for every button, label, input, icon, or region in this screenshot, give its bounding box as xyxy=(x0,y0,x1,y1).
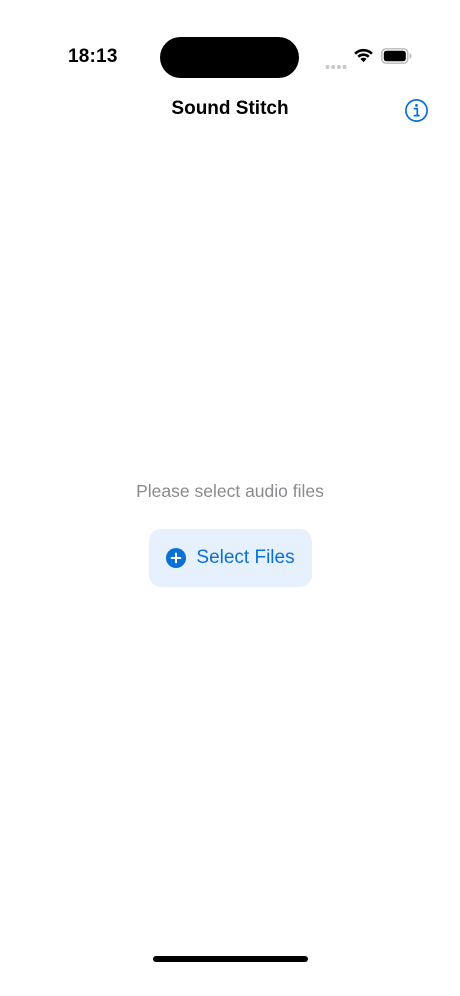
battery-icon xyxy=(381,48,412,64)
empty-state: Please select audio files xyxy=(0,480,460,502)
status-time: 18:13 xyxy=(68,46,118,67)
navigation-bar: Sound Stitch xyxy=(0,90,460,130)
select-files-button[interactable]: Select Files xyxy=(149,529,312,587)
plus-circle-icon xyxy=(166,548,187,568)
page-title: Sound Stitch xyxy=(171,98,289,119)
wifi-icon xyxy=(353,47,374,63)
status-bar: 18:13 xyxy=(0,0,460,90)
select-files-label: Select Files xyxy=(196,547,295,568)
signal-dots-icon xyxy=(325,57,347,69)
dynamic-island xyxy=(160,37,299,78)
empty-state-message: Please select audio files xyxy=(136,481,324,501)
info-circle-icon[interactable] xyxy=(404,99,429,127)
home-indicator[interactable] xyxy=(153,956,308,962)
info-button[interactable] xyxy=(404,98,429,123)
